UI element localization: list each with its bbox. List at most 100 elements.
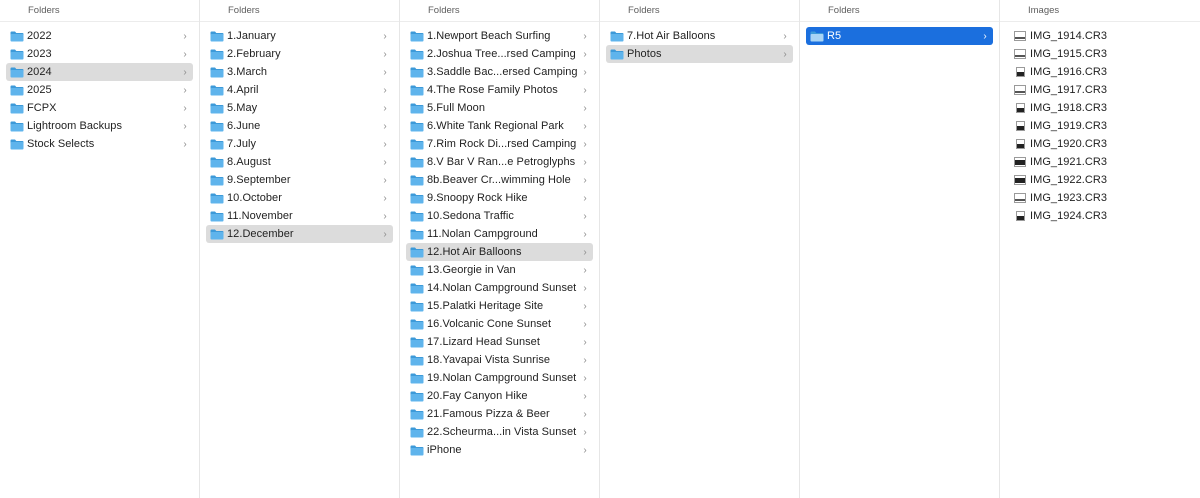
folder-row[interactable]: 22.Scheurma...in Vista Sunset › — [406, 423, 593, 441]
folder-row[interactable]: 11.Nolan Campground › — [406, 225, 593, 243]
chevron-right-icon: › — [383, 84, 387, 96]
folder-row[interactable]: FCPX › — [6, 99, 193, 117]
chevron-right-icon: › — [383, 228, 387, 240]
chevron-right-icon: › — [383, 30, 387, 42]
image-row[interactable]: IMG_1918.CR3 — [1006, 99, 1194, 117]
folder-icon — [810, 31, 824, 41]
chevron-right-icon: › — [383, 138, 387, 150]
chevron-right-icon: › — [583, 426, 587, 438]
folder-row[interactable]: Stock Selects › — [6, 135, 193, 153]
folder-row[interactable]: 2023 › — [6, 45, 193, 63]
folder-row[interactable]: 8.August › — [206, 153, 393, 171]
folder-row[interactable]: 5.Full Moon › — [406, 99, 593, 117]
folder-row[interactable]: 7.Rim Rock Di...rsed Camping › — [406, 135, 593, 153]
column-header: Folders — [0, 0, 199, 22]
image-row[interactable]: IMG_1915.CR3 — [1006, 45, 1194, 63]
chevron-right-icon: › — [583, 120, 587, 132]
folder-row[interactable]: R5 › — [806, 27, 993, 45]
folder-icon — [410, 337, 424, 347]
folder-row[interactable]: 8b.Beaver Cr...wimming Hole › — [406, 171, 593, 189]
column-browser: Folders 2022 › 2023 › 2024 › 2025 › FCPX › Lightro… — [0, 0, 1200, 498]
folder-row[interactable]: 12.December › — [206, 225, 393, 243]
folder-row[interactable]: 17.Lizard Head Sunset › — [406, 333, 593, 351]
folder-row[interactable]: 6.White Tank Regional Park › — [406, 117, 593, 135]
folder-row[interactable]: 12.Hot Air Balloons › — [406, 243, 593, 261]
folder-label: 9.Snoopy Rock Hike — [427, 192, 528, 204]
folder-icon — [610, 49, 624, 59]
folder-label: Stock Selects — [27, 138, 95, 150]
image-row[interactable]: IMG_1920.CR3 — [1006, 135, 1194, 153]
folder-row[interactable]: 13.Georgie in Van › — [406, 261, 593, 279]
chevron-right-icon: › — [583, 354, 587, 366]
folder-row[interactable]: 9.September › — [206, 171, 393, 189]
image-thumbnail-icon — [1014, 175, 1026, 185]
chevron-right-icon: › — [583, 408, 587, 420]
folder-label: 4.The Rose Family Photos — [427, 84, 558, 96]
folder-row[interactable]: 9.Snoopy Rock Hike › — [406, 189, 593, 207]
folder-label: iPhone — [427, 444, 462, 456]
folder-row[interactable]: 5.May › — [206, 99, 393, 117]
image-thumbnail-icon — [1016, 67, 1025, 77]
image-row[interactable]: IMG_1917.CR3 — [1006, 81, 1194, 99]
folder-row[interactable]: 10.October › — [206, 189, 393, 207]
image-row[interactable]: IMG_1919.CR3 — [1006, 117, 1194, 135]
folder-row[interactable]: 21.Famous Pizza & Beer › — [406, 405, 593, 423]
folder-row[interactable]: 2.Joshua Tree...rsed Camping › — [406, 45, 593, 63]
chevron-right-icon: › — [583, 48, 587, 60]
folder-icon — [210, 49, 224, 59]
images-column[interactable]: Images IMG_1914.CR3 IMG_1915.CR3 IMG_1916.… — [1000, 0, 1200, 498]
chevron-right-icon: › — [383, 48, 387, 60]
folder-row[interactable]: 2024 › — [6, 63, 193, 81]
folder-row[interactable]: 4.April › — [206, 81, 393, 99]
image-row[interactable]: IMG_1914.CR3 — [1006, 27, 1194, 45]
image-row[interactable]: IMG_1916.CR3 — [1006, 63, 1194, 81]
folder-column-4[interactable]: Folders 7.Hot Air Balloons › Photos › — [600, 0, 800, 498]
folder-column-5[interactable]: Folders R5 › — [800, 0, 1000, 498]
folder-icon — [210, 85, 224, 95]
folder-column-3[interactable]: Folders 1.Newport Beach Surfing › 2.Joshua… — [400, 0, 600, 498]
image-row[interactable]: IMG_1922.CR3 — [1006, 171, 1194, 189]
folder-row[interactable]: 7.Hot Air Balloons › — [606, 27, 793, 45]
image-row[interactable]: IMG_1923.CR3 — [1006, 189, 1194, 207]
folder-row[interactable]: 3.Saddle Bac...ersed Camping › — [406, 63, 593, 81]
folder-row[interactable]: 1.Newport Beach Surfing › — [406, 27, 593, 45]
folder-row[interactable]: 1.January › — [206, 27, 393, 45]
folder-row[interactable]: 6.June › — [206, 117, 393, 135]
folder-row[interactable]: 14.Nolan Campground Sunset › — [406, 279, 593, 297]
image-row[interactable]: IMG_1921.CR3 — [1006, 153, 1194, 171]
folder-row[interactable]: 2022 › — [6, 27, 193, 45]
chevron-right-icon: › — [383, 120, 387, 132]
folder-row[interactable]: 7.July › — [206, 135, 393, 153]
image-thumbnail-icon — [1014, 85, 1026, 95]
folder-label: 12.December — [227, 228, 294, 240]
folder-column-2[interactable]: Folders 1.January › 2.February › 3.March › 4.A… — [200, 0, 400, 498]
folder-row[interactable]: 8.V Bar V Ran...e Petroglyphs › — [406, 153, 593, 171]
folder-label: 2023 — [27, 48, 52, 60]
folder-row[interactable]: 20.Fay Canyon Hike › — [406, 387, 593, 405]
folder-row[interactable]: iPhone › — [406, 441, 593, 459]
chevron-right-icon: › — [183, 66, 187, 78]
folder-label: 2025 — [27, 84, 52, 96]
folder-label: 12.Hot Air Balloons — [427, 246, 522, 258]
folder-icon — [410, 103, 424, 113]
folder-row[interactable]: 18.Yavapai Vista Sunrise › — [406, 351, 593, 369]
folder-label: 11.Nolan Campground — [427, 228, 538, 240]
folder-row[interactable]: 15.Palatki Heritage Site › — [406, 297, 593, 315]
folder-row[interactable]: 11.November › — [206, 207, 393, 225]
folder-column-1[interactable]: Folders 2022 › 2023 › 2024 › 2025 › FCPX › Lightro… — [0, 0, 200, 498]
folder-icon — [410, 121, 424, 131]
folder-row[interactable]: 2025 › — [6, 81, 193, 99]
folder-label: 19.Nolan Campground Sunset — [427, 372, 577, 384]
folder-row[interactable]: Lightroom Backups › — [6, 117, 193, 135]
folder-row[interactable]: 2.February › — [206, 45, 393, 63]
folder-row[interactable]: 3.March › — [206, 63, 393, 81]
image-thumbnail-icon — [1014, 157, 1026, 167]
image-row[interactable]: IMG_1924.CR3 — [1006, 207, 1194, 225]
folder-row[interactable]: 16.Volcanic Cone Sunset › — [406, 315, 593, 333]
folder-row[interactable]: Photos › — [606, 45, 793, 63]
folder-label: 7.Rim Rock Di...rsed Camping — [427, 138, 577, 150]
folder-icon — [410, 373, 424, 383]
folder-row[interactable]: 10.Sedona Traffic › — [406, 207, 593, 225]
folder-row[interactable]: 4.The Rose Family Photos › — [406, 81, 593, 99]
folder-row[interactable]: 19.Nolan Campground Sunset › — [406, 369, 593, 387]
